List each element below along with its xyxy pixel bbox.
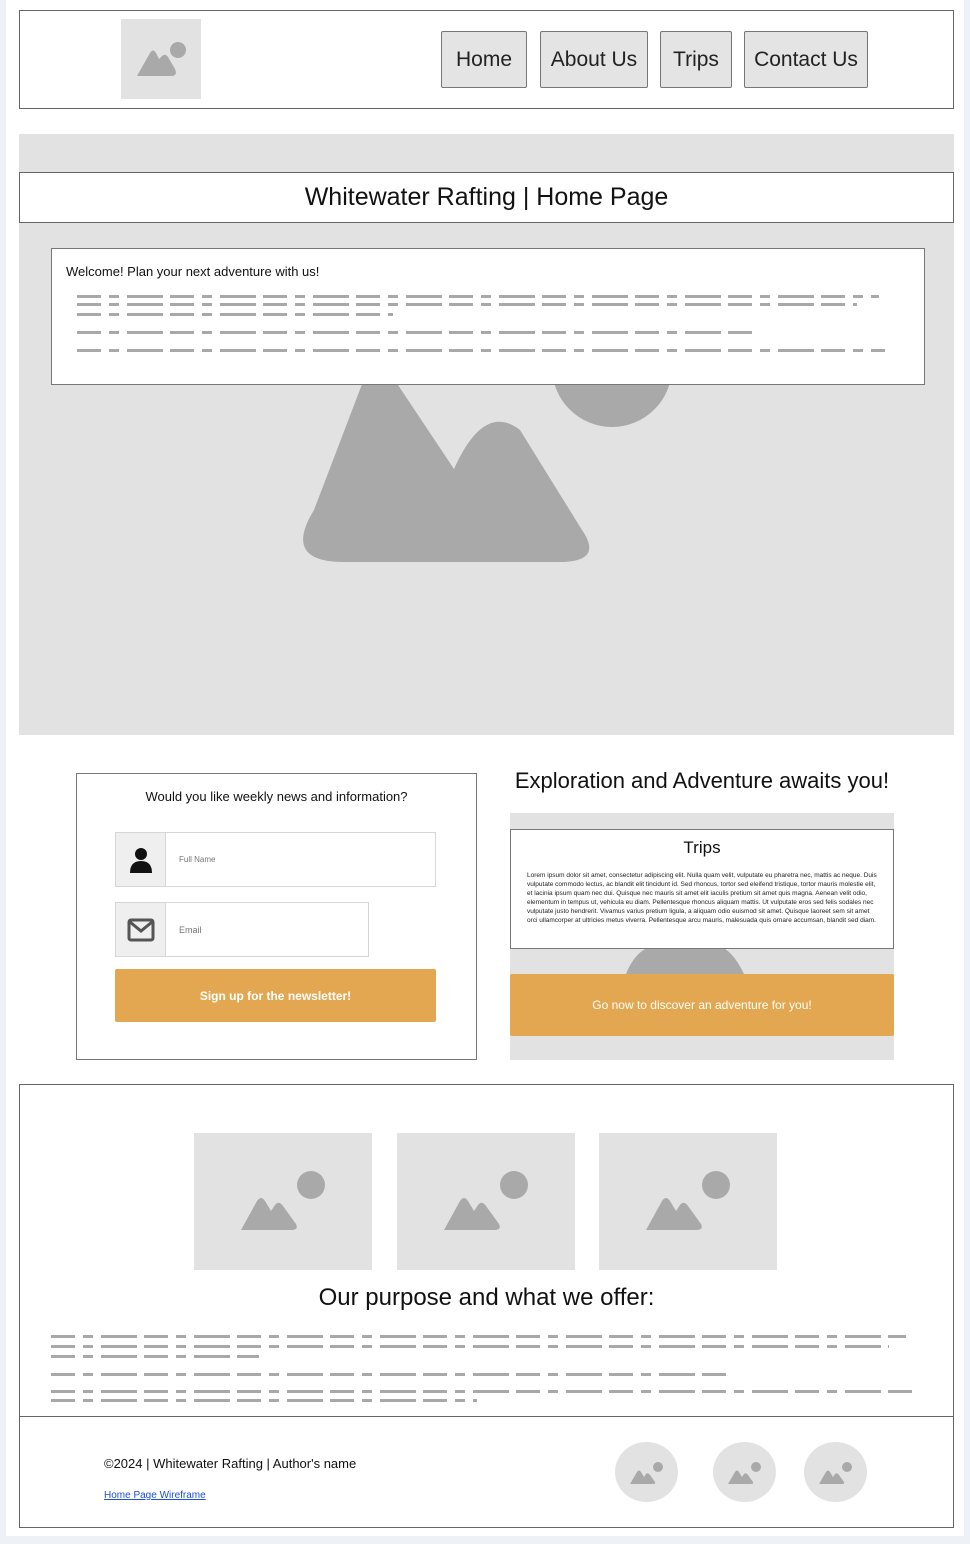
welcome-card: Welcome! Plan your next adventure with u…: [51, 248, 925, 385]
image-placeholder-icon: [646, 1170, 730, 1230]
nav-contact-us[interactable]: Contact Us: [744, 31, 868, 88]
text-placeholder-line: [51, 1373, 731, 1376]
hero-image-placeholder-icon: [303, 307, 672, 562]
full-name-input[interactable]: [166, 833, 435, 886]
social-icon-3[interactable]: [804, 1442, 867, 1502]
text-placeholder-line: [51, 1345, 889, 1348]
text-placeholder-line: [51, 1399, 477, 1402]
image-placeholder-icon: [241, 1170, 325, 1230]
copyright-text: ©2024 | Whitewater Rafting | Author's na…: [104, 1456, 357, 1471]
purpose-heading: Our purpose and what we offer:: [318, 1284, 655, 1311]
text-placeholder-line: [77, 295, 879, 298]
social-icon-2[interactable]: [713, 1442, 776, 1502]
page-title: Whitewater Rafting | Home Page: [19, 172, 954, 223]
trips-card: Trips Lorem ipsum dolor sit amet, consec…: [510, 829, 894, 949]
page: Home About Us Trips Contact Us Whitewate…: [6, 0, 964, 1536]
social-icon-1[interactable]: [615, 1442, 678, 1502]
hero-banner: [19, 134, 954, 735]
wireframe-link[interactable]: Home Page Wireframe: [104, 1490, 206, 1501]
image-placeholder-icon: [818, 1462, 852, 1484]
newsletter-signup-button[interactable]: Sign up for the newsletter!: [115, 969, 436, 1022]
logo-placeholder[interactable]: [121, 19, 201, 99]
discover-adventure-button[interactable]: Go now to discover an adventure for you!: [510, 974, 894, 1036]
user-icon: [116, 833, 166, 886]
gallery-image-1[interactable]: [194, 1133, 372, 1270]
trips-card-text: Lorem ipsum dolor sit amet, consectetur …: [527, 872, 877, 924]
text-placeholder-line: [77, 303, 857, 306]
text-placeholder-line: [51, 1335, 906, 1338]
image-placeholder-icon: [629, 1462, 663, 1484]
full-name-field[interactable]: [115, 832, 436, 887]
text-placeholder-line: [77, 313, 393, 316]
image-placeholder-icon: [137, 42, 186, 76]
mail-icon: [116, 903, 166, 956]
nav-home[interactable]: Home: [441, 31, 527, 88]
text-placeholder-line: [77, 349, 885, 352]
email-input[interactable]: [166, 903, 368, 956]
newsletter-question: Would you like weekly news and informati…: [145, 789, 408, 804]
image-placeholder-icon: [727, 1462, 761, 1484]
explore-heading: Exploration and Adventure awaits you!: [514, 768, 890, 793]
image-placeholder-icon: [444, 1170, 528, 1230]
trips-card-title: Trips: [683, 838, 721, 857]
nav-about-us[interactable]: About Us: [540, 31, 648, 88]
nav-trips[interactable]: Trips: [660, 31, 732, 88]
newsletter-form: Would you like weekly news and informati…: [76, 773, 477, 1060]
gallery-image-3[interactable]: [599, 1133, 777, 1270]
text-placeholder-line: [77, 331, 757, 334]
welcome-heading: Welcome! Plan your next adventure with u…: [66, 264, 320, 279]
text-placeholder-line: [51, 1355, 259, 1358]
email-field[interactable]: [115, 902, 369, 957]
gallery-image-2[interactable]: [397, 1133, 575, 1270]
text-placeholder-line: [51, 1390, 915, 1393]
